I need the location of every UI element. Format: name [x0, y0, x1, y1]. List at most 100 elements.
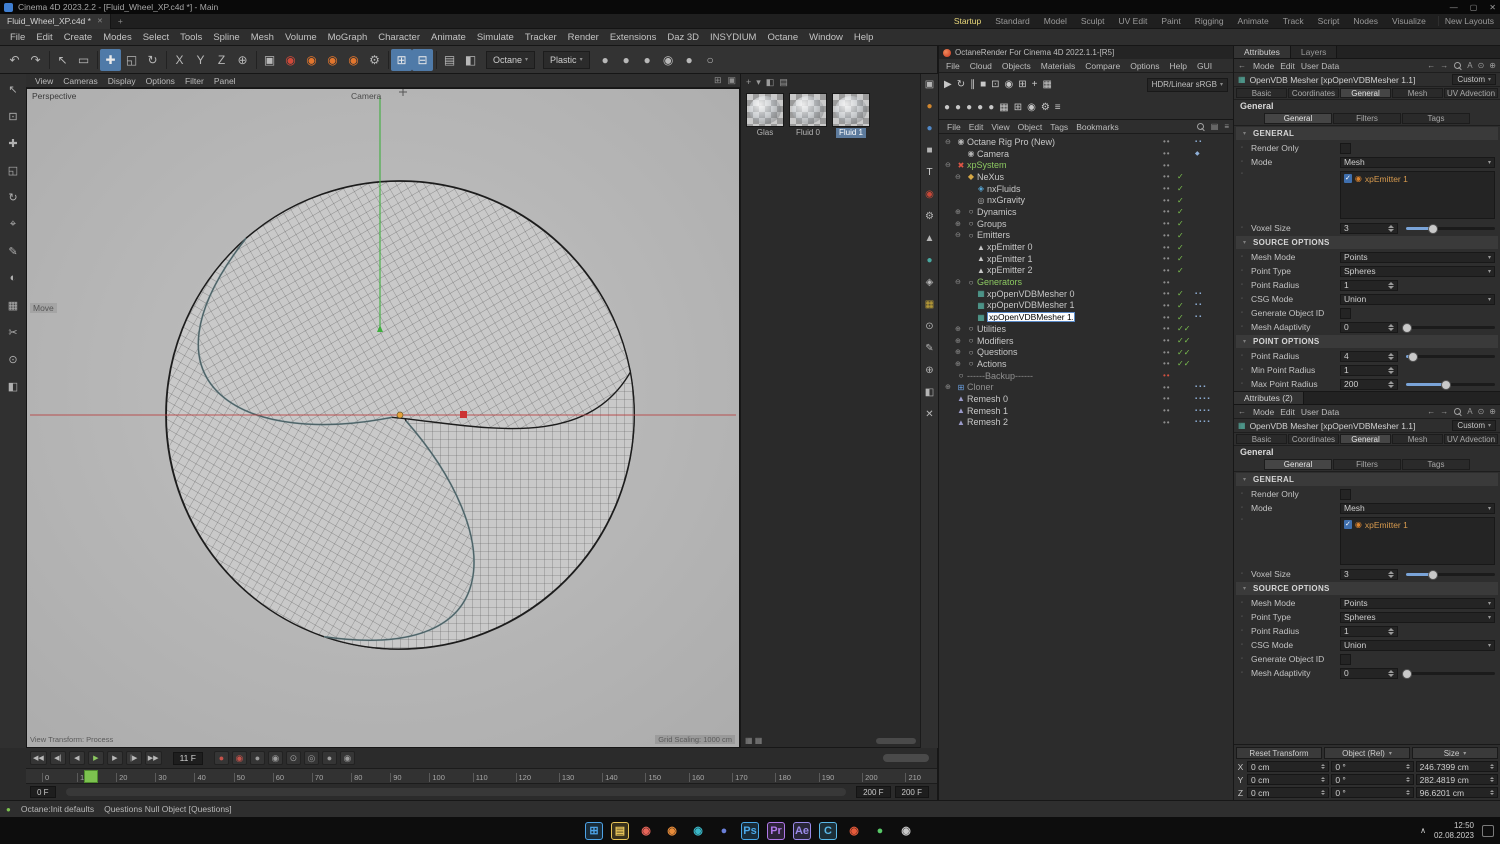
- minimize-button[interactable]: —: [1450, 3, 1458, 12]
- material-ball-icon[interactable]: ●: [595, 49, 616, 71]
- camera-imager-icon[interactable]: ◉: [1027, 102, 1036, 113]
- property-value[interactable]: 200: [1344, 379, 1358, 389]
- octane-ball-icon[interactable]: ●: [926, 101, 932, 113]
- playhead-marker[interactable]: [84, 770, 98, 783]
- object-label[interactable]: xpSystem: [967, 160, 1007, 170]
- search-icon[interactable]: [1453, 407, 1462, 416]
- pen-icon[interactable]: ✎: [925, 343, 933, 355]
- menu-item[interactable]: Window: [804, 32, 848, 43]
- edge-icon[interactable]: ◉: [689, 822, 707, 840]
- octane-menu-item[interactable]: Cloud: [966, 61, 996, 71]
- tag-icons[interactable]: ▪▪▪: [1195, 384, 1229, 390]
- property-slider[interactable]: [1406, 223, 1495, 234]
- rotation-field[interactable]: 0 °: [1331, 761, 1414, 772]
- object-manager-menu-item[interactable]: Object: [1014, 122, 1047, 132]
- viewport-menu-item[interactable]: Display: [103, 76, 141, 86]
- layout-tab[interactable]: Standard: [989, 16, 1036, 26]
- object-label[interactable]: Generators: [977, 277, 1022, 287]
- glossy-material-icon[interactable]: ●: [955, 102, 961, 113]
- current-frame-field[interactable]: 11 F: [172, 751, 203, 765]
- frame-ruler[interactable]: 0 10 20 30 40 50 60 70 80 90 100 11: [26, 768, 937, 784]
- obs-icon[interactable]: ◉: [897, 822, 915, 840]
- rotate-tool-icon[interactable]: ↻: [142, 49, 163, 71]
- tag-icons[interactable]: ▪▪: [1195, 314, 1229, 320]
- spotify-icon[interactable]: ●: [871, 822, 889, 840]
- box-select-icon[interactable]: ⊡: [4, 107, 22, 125]
- attribute-subtab[interactable]: Tags: [1402, 113, 1470, 124]
- back-icon[interactable]: ←: [1238, 407, 1246, 416]
- property-value-box[interactable]: 1 ▾: [1340, 279, 1398, 291]
- attribute-tab[interactable]: UV Advection: [1444, 434, 1499, 444]
- material-view-icons[interactable]: ▦ ▦: [745, 736, 762, 745]
- attribute-tab[interactable]: Coordinates: [1288, 434, 1339, 444]
- viewport-view-label[interactable]: Perspective: [32, 91, 76, 101]
- menu-item[interactable]: Create: [59, 32, 98, 43]
- property-slider[interactable]: [1406, 569, 1495, 580]
- knife-icon[interactable]: ✂: [4, 323, 22, 341]
- add-tab-button[interactable]: +: [111, 16, 130, 26]
- attributes-2-tab[interactable]: Attributes (2): [1234, 392, 1304, 404]
- preset-dropdown[interactable]: Custom: [1452, 420, 1496, 431]
- visibility-dots[interactable]: ••: [1163, 207, 1177, 216]
- object-label[interactable]: nxFluids: [987, 184, 1021, 194]
- node-editor-icon[interactable]: ⊞: [1014, 102, 1022, 113]
- property-value[interactable]: Points: [1344, 252, 1368, 262]
- expand-toggle-icon[interactable]: ⊕: [955, 208, 965, 216]
- object-label[interactable]: Actions: [977, 359, 1007, 369]
- spinner-icon[interactable]: [1388, 353, 1394, 360]
- attributes-menu-item[interactable]: Mode: [1250, 61, 1277, 71]
- shading-icon[interactable]: ◐: [4, 269, 22, 287]
- parameter-key-button[interactable]: ●: [321, 751, 337, 765]
- material-list-icon[interactable]: ▤: [779, 77, 788, 88]
- metallic-material-icon[interactable]: ●: [977, 102, 983, 113]
- attribute-subtab[interactable]: Filters: [1333, 459, 1401, 470]
- history-forward-icon[interactable]: →: [1440, 61, 1448, 70]
- menu-item[interactable]: Daz 3D: [662, 32, 704, 43]
- rotate-icon[interactable]: ↻: [4, 188, 22, 206]
- object-label[interactable]: xpEmitter 0: [987, 242, 1033, 252]
- property-value[interactable]: xpEmitter 1: [1365, 520, 1408, 530]
- spinner-icon[interactable]: [1321, 764, 1325, 769]
- grid-icon[interactable]: ▦: [4, 296, 22, 314]
- object-manager-menu-item[interactable]: File: [943, 122, 965, 132]
- object-label[interactable]: xpEmitter 2: [987, 265, 1033, 275]
- mix-material-icon[interactable]: ●: [988, 102, 994, 113]
- attributes-menu-item[interactable]: User Data: [1298, 61, 1342, 71]
- close-icon[interactable]: ✕: [925, 409, 933, 421]
- picker-icon[interactable]: +: [1032, 79, 1038, 90]
- search-icon[interactable]: [1453, 61, 1462, 70]
- property-value[interactable]: Spheres: [1344, 266, 1376, 276]
- visibility-dots[interactable]: ••: [1163, 137, 1177, 146]
- expand-toggle-icon[interactable]: ⊖: [955, 231, 965, 239]
- palette-layout-icon[interactable]: ▣: [925, 79, 934, 91]
- attributes-menu-item[interactable]: Edit: [1277, 61, 1298, 71]
- enable-checkmark[interactable]: ✓: [1177, 184, 1195, 193]
- visibility-dots[interactable]: ••: [1163, 196, 1177, 205]
- material-scrollbar[interactable]: [876, 737, 916, 744]
- attribute-tab[interactable]: General: [1340, 88, 1391, 98]
- tree-item[interactable]: Remesh 1 •• ▪▪▪▪: [939, 405, 1233, 417]
- dark-material-icon[interactable]: ●: [679, 49, 700, 71]
- new-panel-icon[interactable]: ⊕: [1489, 407, 1496, 416]
- half-square-icon[interactable]: ◧: [925, 387, 934, 399]
- property-value-box[interactable]: Points ▾: [1340, 597, 1495, 609]
- viewport-menu-item[interactable]: Cameras: [58, 76, 102, 86]
- z-axis-lock[interactable]: Z: [211, 49, 232, 71]
- size-field[interactable]: 246.7399 cm: [1415, 761, 1498, 772]
- menu-item[interactable]: MoGraph: [323, 32, 373, 43]
- tag-icons[interactable]: ◆: [1195, 150, 1229, 157]
- viewport-layout-icon[interactable]: ▣: [727, 75, 736, 86]
- property-value-box[interactable]: Mesh ▾: [1340, 156, 1495, 168]
- coordinate-mode-dropdown[interactable]: Object (Rel): [1324, 747, 1410, 759]
- tree-item[interactable]: ⊕ Dynamics •• ✓: [939, 206, 1233, 218]
- pla-key-button[interactable]: ◉: [339, 751, 355, 765]
- object-label[interactable]: Utilities: [977, 324, 1006, 334]
- stop-render-icon[interactable]: ■: [980, 79, 986, 90]
- material-view-icon[interactable]: ◧: [766, 77, 775, 88]
- tree-item[interactable]: nxGravity •• ✓: [939, 194, 1233, 206]
- material-menu-icon[interactable]: ▾: [756, 77, 761, 88]
- visibility-dots[interactable]: ••: [1163, 313, 1177, 322]
- octane-menu-item[interactable]: Compare: [1081, 61, 1124, 71]
- viewport-layout-icon[interactable]: ⊞: [714, 75, 722, 86]
- property-value-box[interactable]: xpEmitter 1 ▾: [1340, 171, 1495, 219]
